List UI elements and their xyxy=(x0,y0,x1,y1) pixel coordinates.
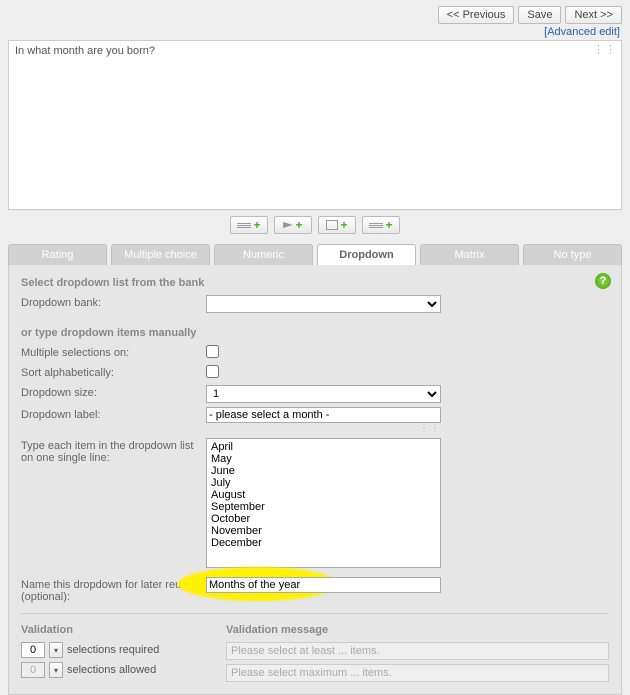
tab-rating[interactable]: Rating xyxy=(8,244,107,265)
dropdown-label-input[interactable] xyxy=(206,407,441,423)
validation-max-message xyxy=(226,664,609,682)
selections-required-label: selections required xyxy=(67,644,159,656)
sort-alpha-label: Sort alphabetically: xyxy=(21,365,206,379)
tab-multiple-choice[interactable]: Multiple choice xyxy=(111,244,210,265)
bank-section-title: Select dropdown list from the bank xyxy=(21,277,609,289)
plus-icon: + xyxy=(340,219,347,231)
items-label: Type each item in the dropdown list on o… xyxy=(21,438,206,464)
dropdown-bank-select[interactable] xyxy=(206,295,441,313)
save-button[interactable]: Save xyxy=(518,6,561,24)
dropdown-items-textarea[interactable]: April May June July August September Oct… xyxy=(206,438,441,568)
plus-icon: + xyxy=(295,219,302,231)
sort-alpha-checkbox[interactable] xyxy=(206,365,219,378)
validation-message-title: Validation message xyxy=(226,624,609,636)
lines-icon xyxy=(369,223,383,228)
validation-min-message xyxy=(226,642,609,660)
dropdown-bank-label: Dropdown bank: xyxy=(21,295,206,309)
validation-title: Validation xyxy=(21,624,206,636)
drag-handle-icon[interactable]: ⋮⋮ xyxy=(593,43,617,56)
dropdown-name-input[interactable] xyxy=(206,577,441,593)
tab-matrix[interactable]: Matrix xyxy=(420,244,519,265)
selections-required-input[interactable] xyxy=(21,642,45,658)
plus-icon: + xyxy=(253,219,260,231)
multiple-selections-label: Multiple selections on: xyxy=(21,345,206,359)
pencil-icon xyxy=(283,222,293,228)
selections-allowed-input xyxy=(21,662,45,678)
multiple-selections-checkbox[interactable] xyxy=(206,345,219,358)
highlight-annotation xyxy=(206,577,441,593)
divider xyxy=(21,613,609,614)
question-text-area[interactable]: ⋮⋮ In what month are you born? xyxy=(8,40,622,210)
insert-box-button[interactable]: + xyxy=(318,216,356,234)
advanced-edit-link[interactable]: [Advanced edit] xyxy=(544,26,620,38)
tab-numeric[interactable]: Numeric xyxy=(214,244,313,265)
plus-icon: + xyxy=(385,219,392,231)
tab-dropdown[interactable]: Dropdown xyxy=(317,244,416,265)
insert-lines-button[interactable]: + xyxy=(230,216,268,234)
spinner-down-icon[interactable]: ▾ xyxy=(49,662,63,678)
dropdown-size-select[interactable]: 1 xyxy=(206,385,441,403)
help-icon[interactable]: ? xyxy=(595,273,611,289)
lines-icon xyxy=(237,223,251,228)
dropdown-size-label: Dropdown size: xyxy=(21,385,206,399)
question-text: In what month are you born? xyxy=(15,45,155,57)
insert-lines2-button[interactable]: + xyxy=(362,216,400,234)
next-button[interactable]: Next >> xyxy=(565,6,622,24)
tab-no-type[interactable]: No type xyxy=(523,244,622,265)
dropdown-label-label: Dropdown label: xyxy=(21,407,206,421)
manual-section-title: or type dropdown items manually xyxy=(21,327,609,339)
spinner-down-icon[interactable]: ▾ xyxy=(49,642,63,658)
drag-handle-icon[interactable]: ⋮⋮ xyxy=(206,423,441,434)
selections-allowed-label: selections allowed xyxy=(67,664,156,676)
previous-button[interactable]: << Previous xyxy=(438,6,515,24)
insert-pencil-button[interactable]: + xyxy=(274,216,312,234)
box-icon xyxy=(326,220,338,230)
